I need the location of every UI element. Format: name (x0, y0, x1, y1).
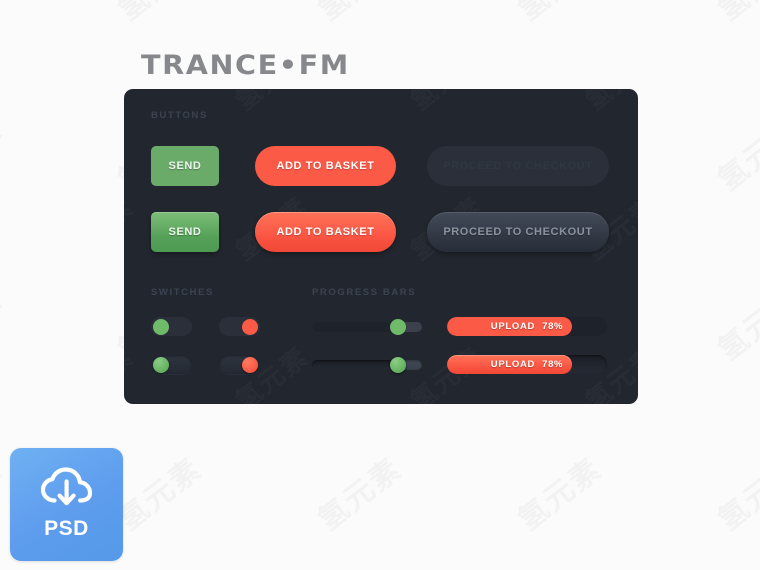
progress-slider-gradient[interactable] (312, 357, 422, 373)
upload-label-text: UPLOAD (490, 321, 536, 332)
watermark-text: 氢元素 (124, 187, 141, 268)
watermark-text: 氢元素 (0, 105, 9, 199)
slider-fill (312, 360, 398, 370)
upload-label-text: UPLOAD (490, 359, 536, 370)
upload-progress-label: UPLOAD 78% (447, 317, 607, 336)
watermark-text: 氢元素 (707, 445, 760, 539)
watermark-text: 氢元素 (0, 275, 9, 369)
upload-progress-bar-flat[interactable]: UPLOAD 78% (447, 317, 607, 336)
proceed-to-checkout-button-gradient[interactable]: PROCEED TO CHECKOUT (427, 212, 609, 252)
brand-logo: TRANCE•FM (141, 50, 350, 81)
cloud-download-icon (39, 466, 95, 509)
watermark-text: 氢元素 (0, 0, 9, 29)
add-to-basket-button-flat[interactable]: ADD TO BASKET (255, 146, 396, 186)
toggle-switch-off-gradient[interactable] (219, 355, 260, 374)
upload-progress-label: UPLOAD 78% (447, 355, 607, 374)
proceed-to-checkout-button-flat[interactable]: PROCEED TO CHECKOUT (427, 146, 609, 186)
slider-handle[interactable] (389, 357, 406, 373)
toggle-switch-on-gradient[interactable] (151, 355, 192, 374)
send-button-gradient[interactable]: SEND (151, 212, 219, 252)
section-label-buttons: BUTTONS (151, 110, 208, 121)
progress-slider-flat[interactable] (312, 319, 422, 335)
toggle-knob-icon (242, 318, 258, 335)
section-label-progress-bars: PROGRESS BARS (312, 287, 417, 298)
watermark-text: 氢元素 (507, 445, 610, 539)
watermark-text: 氢元素 (707, 275, 760, 369)
toggle-switch-on-flat[interactable] (151, 317, 192, 336)
watermark-text: 氢元素 (307, 445, 410, 539)
toggle-knob-icon (153, 356, 169, 373)
toggle-knob-icon (153, 318, 169, 335)
watermark-text: 氢元素 (707, 105, 760, 199)
psd-download-badge[interactable]: PSD (10, 448, 123, 561)
watermark-text: 氢元素 (0, 445, 9, 539)
watermark-text: 氢元素 (124, 337, 141, 404)
slider-fill (312, 322, 398, 332)
watermark-text: 氢元素 (107, 0, 210, 29)
watermark-text: 氢元素 (577, 89, 638, 118)
watermark-text: 氢元素 (707, 0, 760, 29)
toggle-knob-icon (242, 356, 258, 373)
watermark-text: 氢元素 (307, 0, 410, 29)
section-label-switches: SWITCHES (151, 287, 214, 298)
psd-label: PSD (44, 516, 89, 540)
slider-handle[interactable] (389, 319, 406, 335)
upload-progress-bar-gradient[interactable]: UPLOAD 78% (447, 355, 607, 374)
watermark-text: 氢元素 (507, 0, 610, 29)
upload-percent-text: 78% (542, 321, 564, 332)
watermark-text: 氢元素 (124, 89, 141, 118)
watermark-text: 氢元素 (402, 89, 491, 118)
send-button-flat[interactable]: SEND (151, 146, 219, 186)
ui-kit-panel: 氢元素氢元素氢元素氢元素氢元素氢元素氢元素氢元素氢元素氢元素氢元素氢元素氢元素氢… (124, 89, 638, 404)
watermark-text: 氢元素 (227, 89, 316, 118)
add-to-basket-button-gradient[interactable]: ADD TO BASKET (255, 212, 396, 252)
upload-percent-text: 78% (542, 359, 564, 370)
toggle-switch-off-flat[interactable] (219, 317, 260, 336)
